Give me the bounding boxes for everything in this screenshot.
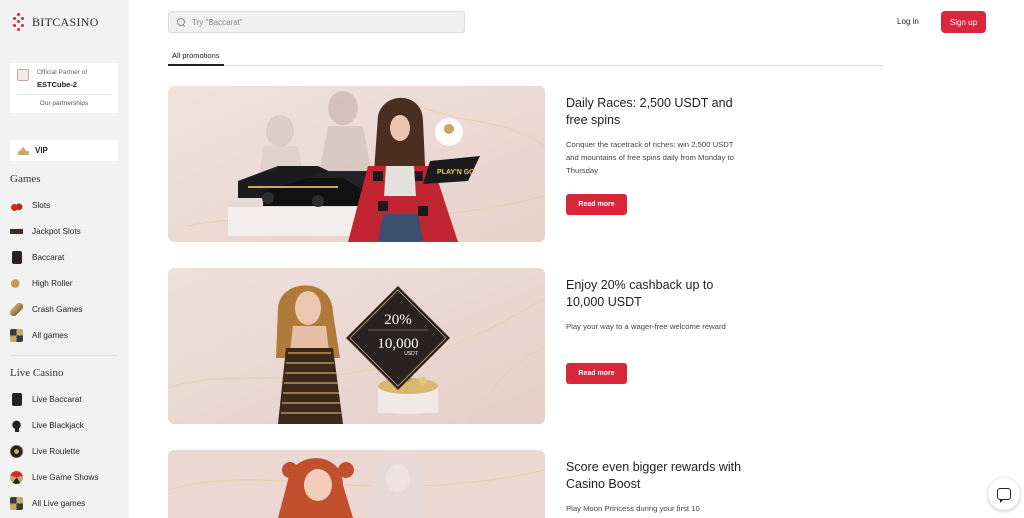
- sidebar-item-label: All Live games: [32, 498, 86, 508]
- games-heading: Games: [10, 173, 41, 185]
- sidebar-item-label: Crash Games: [32, 304, 83, 314]
- play-n-go-logo: PLAY'N GO: [437, 169, 475, 176]
- search-icon: [177, 17, 186, 27]
- sidebar-item-label: Slots: [32, 200, 51, 210]
- sidebar-item-label: All games: [32, 330, 68, 340]
- sidebar-item-live-game-shows[interactable]: Live Game Shows: [10, 468, 120, 486]
- sidebar-item-label: Baccarat: [32, 252, 65, 262]
- roulette-icon: [10, 444, 23, 458]
- sidebar-item-jackpot-slots[interactable]: Jackpot Slots: [10, 222, 120, 240]
- promo-title: Daily Races: 2,500 USDT and free spins: [566, 96, 733, 127]
- promo-description: Conquer the racetrack of riches: win 2,5…: [566, 140, 734, 175]
- sidebar-item-high-roller[interactable]: High Roller: [10, 274, 120, 292]
- grid-icon: [10, 496, 23, 510]
- cashback-percent: 20%: [384, 312, 412, 328]
- promo-illustration: PLAY'N GO: [168, 86, 545, 242]
- signup-button[interactable]: Sign up: [941, 11, 986, 33]
- cherries-icon: [10, 198, 23, 212]
- cashback-amount: 10,000: [377, 336, 418, 352]
- sidebar-item-slots[interactable]: Slots: [10, 196, 120, 214]
- sidebar-item-all-games[interactable]: All games: [10, 326, 120, 344]
- sidebar-item-label: Live Roulette: [32, 446, 80, 456]
- logo-icon: [12, 13, 26, 31]
- live-cards-icon: [11, 392, 22, 406]
- promo-illustration: 20% 10,000 USDT: [168, 268, 545, 424]
- sidebar-item-label: Jackpot Slots: [32, 226, 81, 236]
- spade-icon: [10, 418, 23, 432]
- divider: [17, 94, 111, 95]
- login-button[interactable]: Log in: [897, 13, 919, 31]
- game-show-icon: [10, 470, 23, 484]
- sidebar-item-label: Live Blackjack: [32, 420, 84, 430]
- cashback-unit: USDT: [404, 351, 418, 357]
- partner-caption: Official Partner of: [37, 69, 88, 76]
- sidebar-item-live-roulette[interactable]: Live Roulette: [10, 442, 120, 460]
- promo-description: Play Moon Princess during your first 10: [566, 504, 700, 513]
- promo-banner-casino-boost[interactable]: [168, 450, 545, 518]
- partner-name: ESTCube-2: [37, 80, 78, 89]
- satellite-icon: [17, 69, 29, 81]
- promo-title: Enjoy 20% cashback up to 10,000 USDT: [566, 278, 714, 309]
- sidebar-item-label: Live Game Shows: [32, 472, 99, 482]
- read-more-button[interactable]: Read more: [566, 363, 627, 384]
- cards-icon: [11, 250, 22, 264]
- promo-title: Score even bigger rewards with Casino Bo…: [566, 460, 742, 491]
- grid-icon: [10, 328, 23, 342]
- read-more-button[interactable]: Read more: [566, 194, 627, 215]
- vip-label: VIP: [35, 146, 48, 155]
- divider: [10, 355, 118, 356]
- promo-banner-cashback[interactable]: 20% 10,000 USDT: [168, 268, 545, 424]
- promo-description: Play your way to a wager-free welcome re…: [566, 322, 726, 331]
- brand-logo[interactable]: BITCASINO: [12, 12, 99, 32]
- vip-button[interactable]: VIP: [10, 140, 118, 161]
- partner-card: Official Partner of ESTCube-2 Our partne…: [10, 63, 118, 113]
- jackpot-icon: [10, 224, 23, 238]
- search-input[interactable]: [192, 17, 442, 27]
- tab-all-promotions[interactable]: All promotions: [168, 47, 224, 66]
- chat-icon: [997, 488, 1011, 503]
- sidebar-item-all-live-games[interactable]: All Live games: [10, 494, 120, 512]
- chat-button[interactable]: [988, 478, 1020, 510]
- promo-illustration: [168, 450, 545, 518]
- sidebar-item-live-blackjack[interactable]: Live Blackjack: [10, 416, 120, 434]
- promotion-tabs: All promotions: [168, 47, 883, 66]
- brand-name: BITCASINO: [32, 14, 99, 29]
- rocket-icon: [10, 302, 23, 316]
- sidebar-item-label: Live Baccarat: [32, 394, 82, 404]
- sidebar-item-live-baccarat[interactable]: Live Baccarat: [10, 390, 120, 408]
- sidebar-item-crash-games[interactable]: Crash Games: [10, 300, 120, 318]
- sidebar-item-label: High Roller: [32, 278, 73, 288]
- promo-banner-daily-races[interactable]: PLAY'N GO: [168, 86, 545, 242]
- partnerships-link[interactable]: Our partnerships: [10, 100, 118, 107]
- crown-icon: [18, 146, 29, 155]
- chips-icon: [10, 276, 23, 290]
- sidebar-item-baccarat[interactable]: Baccarat: [10, 248, 120, 266]
- sidebar: BITCASINO Official Partner of ESTCube-2 …: [0, 0, 129, 518]
- live-casino-heading: Live Casino: [10, 367, 64, 379]
- search-bar[interactable]: [168, 11, 465, 33]
